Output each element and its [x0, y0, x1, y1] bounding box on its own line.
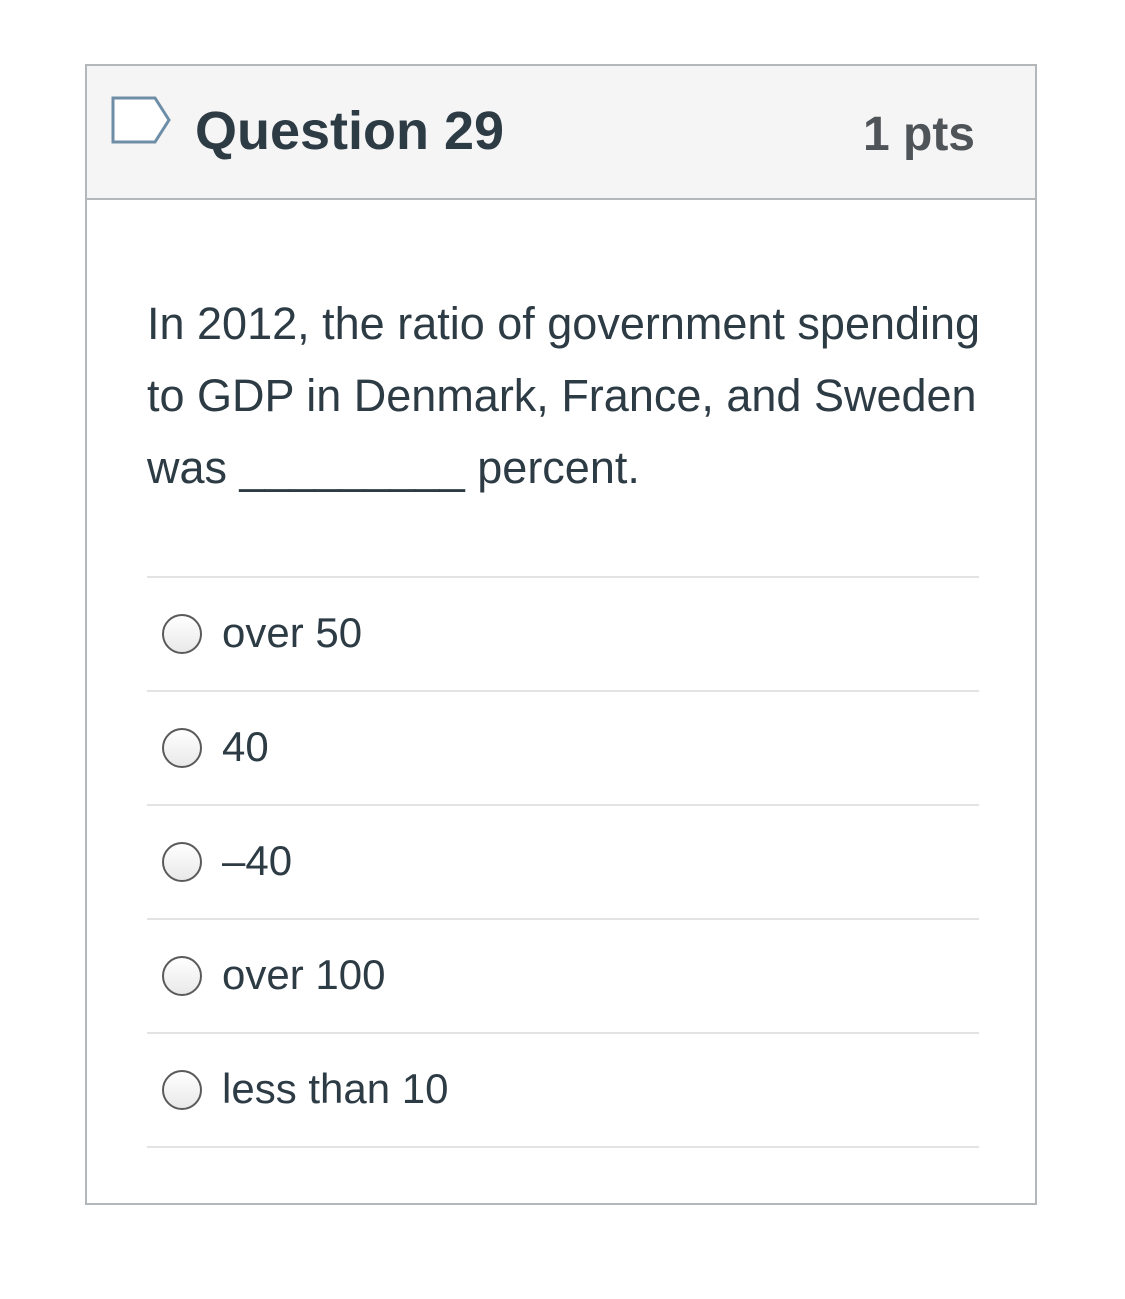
- question-header: Question 29 1 pts: [87, 66, 1035, 200]
- answer-option[interactable]: –40: [147, 806, 979, 920]
- question-title: Question 29: [195, 101, 505, 161]
- question-points: 1 pts: [862, 108, 975, 161]
- radio-button[interactable]: [162, 1070, 202, 1110]
- radio-button[interactable]: [162, 956, 202, 996]
- answer-label[interactable]: 40: [222, 720, 269, 774]
- answer-option[interactable]: over 100: [147, 920, 979, 1034]
- answer-option[interactable]: less than 10: [147, 1034, 979, 1148]
- radio-button[interactable]: [162, 614, 202, 654]
- answer-label[interactable]: over 50: [222, 606, 362, 660]
- flag-bookmark-icon[interactable]: [111, 96, 173, 146]
- answer-option[interactable]: over 50: [147, 578, 979, 692]
- question-card: Question 29 1 pts In 2012, the ratio of …: [85, 64, 1037, 1205]
- answer-label[interactable]: –40: [222, 834, 292, 888]
- answer-label[interactable]: less than 10: [222, 1062, 449, 1116]
- answer-label[interactable]: over 100: [222, 948, 385, 1002]
- answer-option[interactable]: 40: [147, 692, 979, 806]
- radio-button[interactable]: [162, 728, 202, 768]
- question-text: In 2012, the ratio of government spendin…: [147, 298, 981, 493]
- answer-list: over 50 40 –40 over 100 less than 10: [147, 576, 979, 1148]
- radio-button[interactable]: [162, 842, 202, 882]
